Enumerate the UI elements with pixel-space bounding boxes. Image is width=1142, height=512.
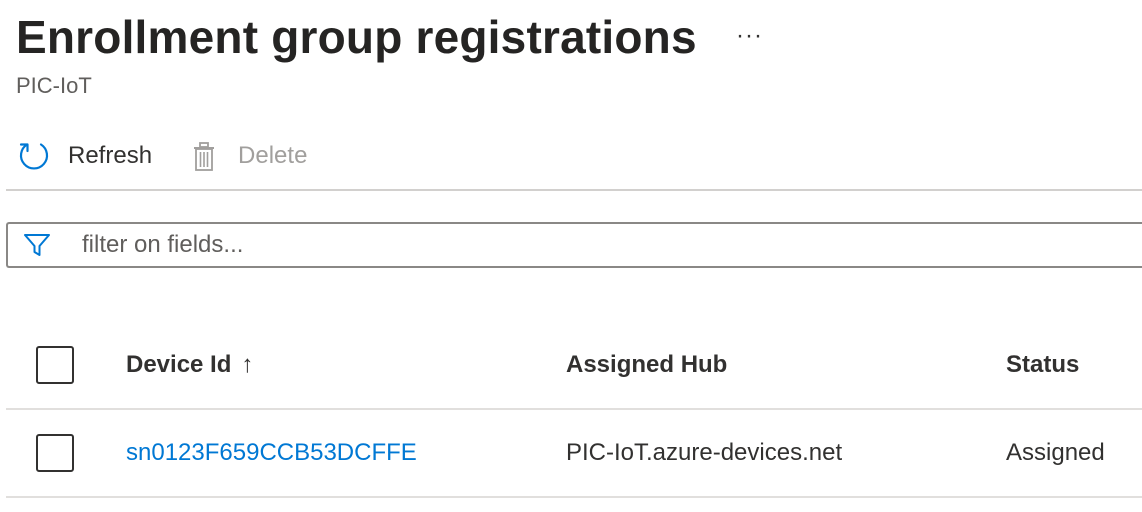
sort-ascending-icon: ↑ <box>241 351 254 378</box>
filter-input[interactable] <box>80 230 1142 260</box>
device-id-cell: sn0123F659CCB53DCFFE <box>126 410 417 496</box>
page-title: Enrollment group registrations <box>16 11 697 63</box>
command-bar: Refresh Delete <box>16 132 341 180</box>
trash-icon <box>186 138 222 174</box>
filter-box <box>6 222 1142 268</box>
table-header-row: Device Id ↑ Assigned Hub Status <box>6 322 1142 410</box>
column-header-assigned-hub[interactable]: Assigned Hub <box>566 322 727 408</box>
device-id-link[interactable]: sn0123F659CCB53DCFFE <box>126 439 417 467</box>
registrations-table: Device Id ↑ Assigned Hub Status sn0123F6… <box>6 322 1142 498</box>
select-all-checkbox[interactable] <box>36 346 74 384</box>
delete-button[interactable]: Delete <box>186 138 307 174</box>
column-header-label: Device Id <box>126 351 232 378</box>
status-cell: Assigned <box>1006 439 1105 466</box>
enrollment-registrations-page: Enrollment group registrations ··· PIC-I… <box>0 0 1142 512</box>
refresh-button[interactable]: Refresh <box>16 138 152 174</box>
assigned-hub-cell: PIC-IoT.azure-devices.net <box>566 439 843 466</box>
refresh-label: Refresh <box>68 142 153 169</box>
column-header-device-id[interactable]: Device Id ↑ <box>126 322 253 408</box>
filter-icon <box>22 230 52 260</box>
more-actions-button[interactable]: ··· <box>736 22 763 50</box>
delete-label: Delete <box>238 142 308 169</box>
page-subtitle: PIC-IoT <box>16 73 92 98</box>
table-row: sn0123F659CCB53DCFFE PIC-IoT.azure-devic… <box>6 410 1142 498</box>
toolbar-divider <box>6 189 1142 191</box>
column-header-status[interactable]: Status <box>1006 322 1079 408</box>
row-checkbox[interactable] <box>36 434 74 472</box>
refresh-icon <box>16 138 52 174</box>
